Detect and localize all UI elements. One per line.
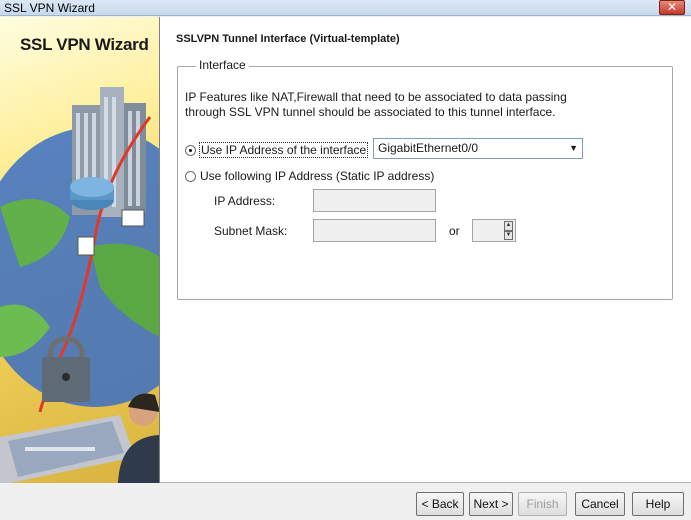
interface-select[interactable]: GigabitEthernet0/0 ▼ bbox=[373, 138, 583, 159]
radio-use-interface[interactable]: Use IP Address of the interface bbox=[185, 142, 369, 158]
spin-down-icon[interactable]: ▼ bbox=[504, 230, 513, 240]
description-line-2: through SSL VPN tunnel should be associa… bbox=[185, 105, 556, 119]
spinner-buttons[interactable]: ▲ ▼ bbox=[504, 221, 513, 240]
window-title: SSL VPN Wizard bbox=[4, 1, 95, 15]
ip-address-label: IP Address: bbox=[214, 194, 276, 208]
back-button[interactable]: < Back bbox=[416, 492, 464, 516]
close-icon: ✕ bbox=[666, 0, 678, 14]
groupbox-label: Interface bbox=[196, 58, 249, 72]
page-title: SSLVPN Tunnel Interface (Virtual-templat… bbox=[176, 33, 400, 45]
radio-static-ip-dot[interactable] bbox=[185, 170, 196, 182]
prefix-length-spinner[interactable]: ▲ ▼ bbox=[472, 219, 516, 242]
chevron-down-icon[interactable]: ▼ bbox=[569, 142, 578, 155]
wizard-illustration bbox=[0, 87, 159, 483]
next-button[interactable]: Next > bbox=[469, 492, 513, 516]
radio-use-interface-label[interactable]: Use IP Address of the interface bbox=[198, 142, 369, 158]
side-panel-title: SSL VPN Wizard bbox=[20, 35, 149, 54]
title-bar: SSL VPN Wizard ✕ bbox=[0, 0, 691, 16]
ip-address-input[interactable] bbox=[313, 189, 436, 212]
radio-use-interface-dot[interactable] bbox=[185, 144, 196, 156]
close-button[interactable]: ✕ bbox=[659, 0, 685, 15]
cancel-button[interactable]: Cancel bbox=[575, 492, 625, 516]
radio-static-ip-label[interactable]: Use following IP Address (Static IP addr… bbox=[200, 169, 434, 183]
subnet-mask-input[interactable] bbox=[313, 219, 436, 242]
interface-select-value: GigabitEthernet0/0 bbox=[378, 141, 479, 155]
finish-button[interactable]: Finish bbox=[518, 492, 567, 516]
wizard-side-panel: SSL VPN Wizard bbox=[0, 17, 160, 483]
radio-static-ip[interactable]: Use following IP Address (Static IP addr… bbox=[185, 169, 434, 183]
subnet-mask-label: Subnet Mask: bbox=[214, 224, 288, 238]
help-button[interactable]: Help bbox=[632, 492, 684, 516]
description-line-1: IP Features like NAT,Firewall that need … bbox=[185, 90, 567, 104]
or-label: or bbox=[449, 224, 460, 238]
interface-description: IP Features like NAT,Firewall that need … bbox=[185, 90, 605, 120]
spin-up-icon[interactable]: ▲ bbox=[504, 221, 513, 231]
